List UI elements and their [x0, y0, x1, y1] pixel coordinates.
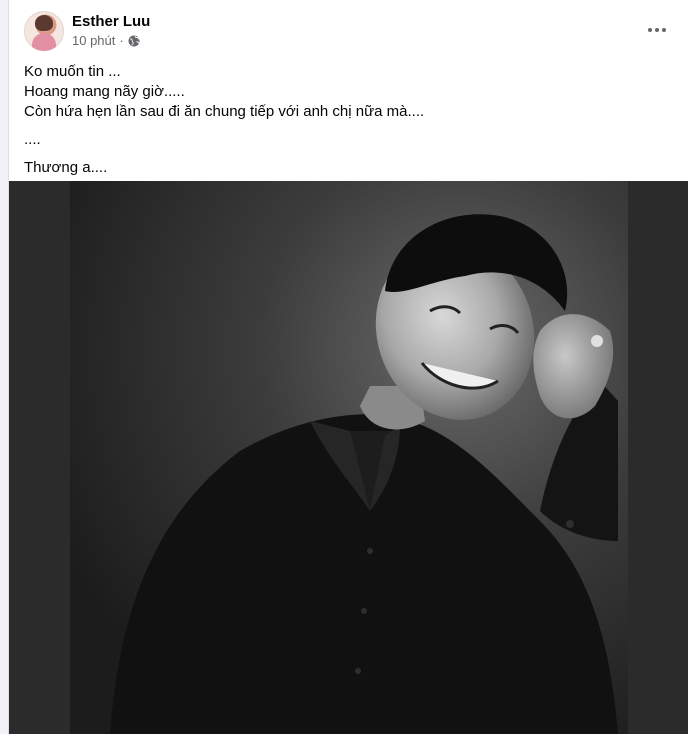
more-horizontal-icon — [662, 28, 666, 32]
post-text-line: Còn hứa hẹn lần sau đi ăn chung tiếp với… — [24, 103, 425, 120]
more-options-button[interactable] — [643, 18, 671, 42]
avatar[interactable] — [24, 11, 64, 51]
post-meta: 10 phút · — [72, 33, 140, 48]
post-text-line: .... — [24, 131, 41, 148]
post-text: Ko muốn tin ... Hoang mang nãy giờ..... … — [24, 62, 664, 178]
post-text-line: Hoang mang nãy giờ..... — [24, 83, 185, 100]
avatar-hair — [35, 15, 53, 31]
more-horizontal-icon — [655, 28, 659, 32]
post-text-line: Thương a.... — [24, 159, 108, 176]
meta-separator: · — [119, 33, 124, 48]
globe-icon[interactable] — [128, 35, 140, 47]
post-time[interactable]: 10 phút — [72, 33, 115, 48]
post-card: Esther Luu 10 phút · Ko muốn tin ... Hoa… — [8, 0, 688, 734]
post-photo[interactable] — [9, 181, 688, 734]
post-header: Esther Luu 10 phút · — [9, 0, 688, 52]
more-horizontal-icon — [648, 28, 652, 32]
photo-image — [70, 181, 628, 734]
post-text-line: Ko muốn tin ... — [24, 63, 121, 80]
avatar-body — [32, 33, 56, 51]
author-name[interactable]: Esther Luu — [72, 13, 150, 30]
portrait-photo — [70, 181, 628, 734]
